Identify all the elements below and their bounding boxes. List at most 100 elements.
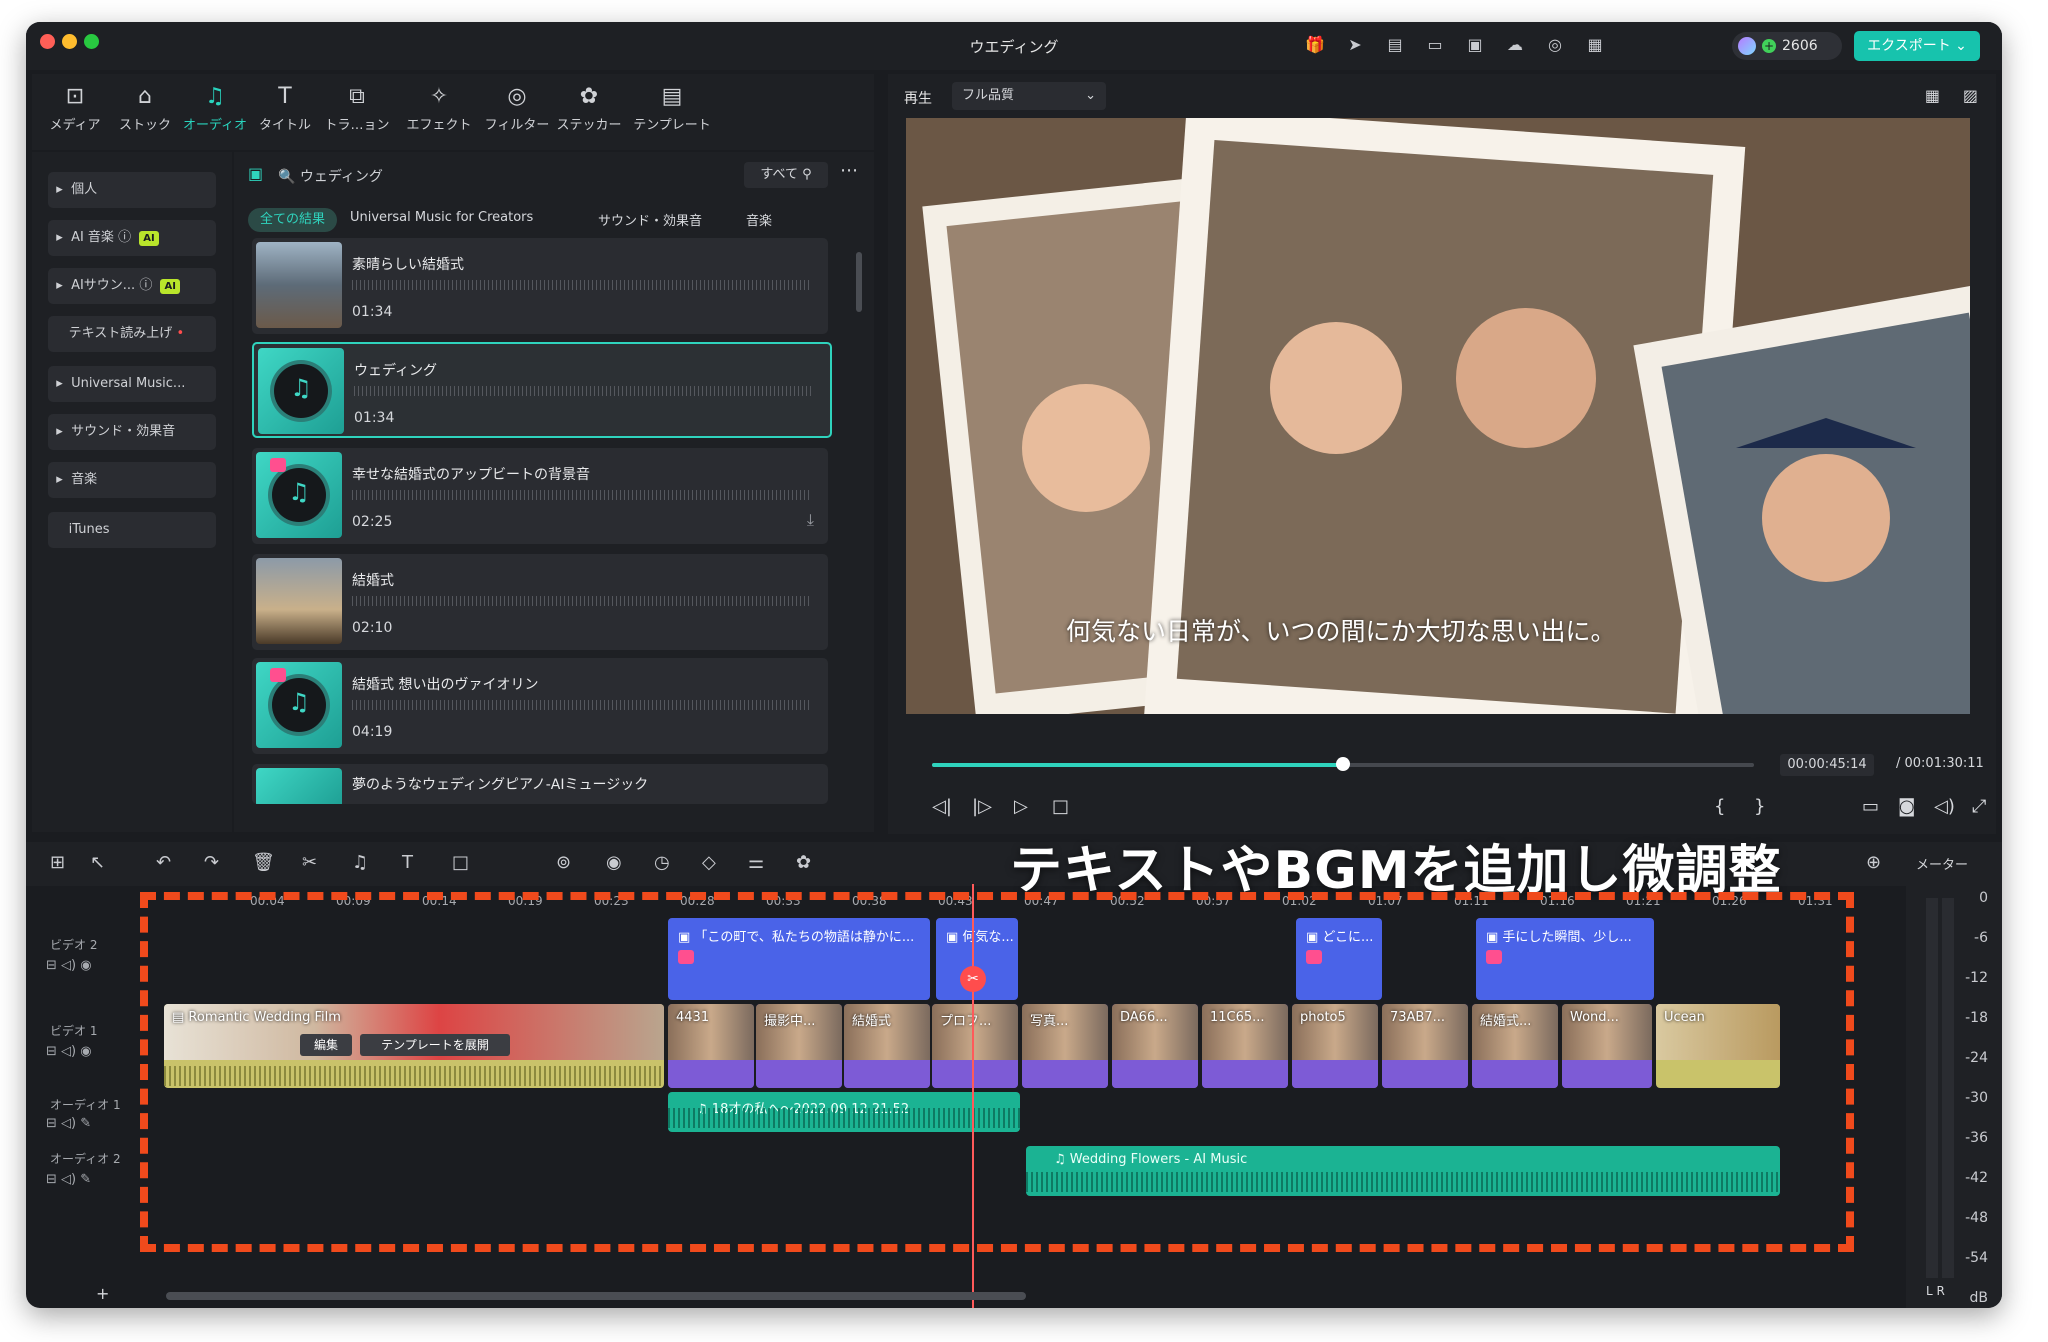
audio-meter: メーター 0 -6 -12 -18 -24 -30 -36 -42 -48 -5… — [1906, 842, 2002, 1308]
message-icon[interactable]: ▤ — [1384, 34, 1406, 56]
ai-badge: AI — [139, 231, 159, 246]
split-icon[interactable]: ✂ — [302, 852, 317, 873]
sidebar-item-itunes[interactable]: iTunes — [48, 512, 216, 548]
list-item[interactable]: ♫ 幸せな結婚式のアップビートの背景音 02:25 ⤓ — [252, 448, 828, 544]
mark-in-icon[interactable]: { — [1714, 796, 1725, 817]
gift-icon[interactable]: 🎁 — [1304, 34, 1326, 56]
select-tool-icon[interactable]: ↖ — [90, 852, 105, 873]
mark-out-icon[interactable]: } — [1754, 796, 1765, 817]
track-controls[interactable]: ⊟ ◁) ◉ — [46, 958, 92, 973]
track-controls[interactable]: ⊟ ◁) ◉ — [46, 1044, 92, 1059]
sidebar-item-ai-sound[interactable]: ▸ AIサウン... ⓘ AI — [48, 268, 216, 304]
display-icon[interactable]: ▭ — [1862, 796, 1879, 817]
meter-title[interactable]: メーター — [1916, 854, 1968, 873]
sidebar-item-ai-music[interactable]: ▸ AI 音楽 ⓘ AI — [48, 220, 216, 256]
track-controls[interactable]: ⊟ ◁) ✎ — [46, 1116, 91, 1131]
fullscreen-icon[interactable]: ⤢ — [1972, 796, 1986, 817]
tab-titles[interactable]: T タイトル — [252, 80, 318, 133]
preview-progress-track[interactable] — [932, 757, 1754, 771]
image-icon[interactable]: ▨ — [1963, 86, 1978, 105]
delete-icon[interactable]: 🗑 — [252, 852, 275, 873]
keyframe-icon[interactable]: ◇ — [702, 852, 716, 873]
effects-icon: ✧ — [429, 84, 449, 109]
adjust-icon[interactable]: ⚌ — [748, 852, 764, 873]
playhead[interactable] — [972, 884, 974, 1308]
crop-icon[interactable]: □ — [452, 852, 469, 873]
redo-icon[interactable]: ↷ — [204, 852, 219, 873]
color-icon[interactable]: ⊚ — [556, 852, 571, 873]
split-icon[interactable]: ✂ — [960, 966, 986, 992]
transition-icon: ⧉ — [349, 84, 365, 109]
tab-templates[interactable]: ▤ テンプレート — [632, 80, 712, 133]
save-icon[interactable]: ▣ — [1464, 34, 1486, 56]
premium-gem-icon — [270, 458, 286, 472]
ai-tool-icon[interactable]: ◉ — [606, 852, 622, 873]
undo-icon[interactable]: ↶ — [156, 852, 171, 873]
export-button[interactable]: エクスポート ⌄ — [1854, 31, 1980, 61]
quality-dropdown[interactable]: フル品質 ⌄ — [952, 82, 1106, 110]
list-item[interactable]: ♫ 結婚式 想い出のヴァイオリン 04:19 — [252, 658, 828, 754]
tab-media[interactable]: ⊡ メディア — [42, 80, 108, 133]
premium-gem-icon — [270, 668, 286, 682]
tab-transitions[interactable]: ⧉ トラ…ョン — [324, 80, 390, 133]
subtitle-text: 何気ない日常が、いつの間にか大切な思い出に。 — [1066, 617, 1616, 646]
title-bar: ウエディング 🎁 ➤ ▤ ▭ ▣ ☁ ◎ ▦ + 2606 エクスポート ⌄ — [26, 22, 2002, 70]
previous-frame-icon[interactable]: ◁| — [932, 796, 952, 817]
tab-stickers[interactable]: ✿ ステッカー — [556, 80, 622, 133]
volume-icon[interactable]: ◁) — [1934, 796, 1955, 817]
list-item[interactable]: 素晴らしい結婚式 01:34 — [252, 238, 828, 334]
more-options-icon[interactable]: ⋯ — [840, 160, 858, 181]
list-item[interactable]: 夢のようなウェディングピアノ-AIミュージック — [252, 764, 828, 804]
layout-icon[interactable]: ▭ — [1424, 34, 1446, 56]
play-mode-label: 再生 — [904, 91, 932, 107]
add-track-icon[interactable]: + — [96, 1284, 109, 1303]
search-input[interactable]: ウェディング — [300, 169, 383, 185]
stop-icon[interactable]: □ — [1052, 796, 1069, 817]
tab-audio[interactable]: ♫ オーディオ — [182, 80, 248, 133]
send-icon[interactable]: ➤ — [1344, 34, 1366, 56]
sidebar-item-tts[interactable]: テキスト読み上げ • — [48, 316, 216, 352]
current-time[interactable]: 00:00:45:14 — [1780, 754, 1874, 776]
headset-icon[interactable]: ◎ — [1544, 34, 1566, 56]
snapshot-icon[interactable]: ◙ — [1898, 796, 1915, 817]
progress-handle[interactable] — [1336, 757, 1350, 771]
media-toolbar: ⊡ メディア ⌂ ストック ♫ オーディオ T タイトル ⧉ トラ…ョン ✧ エフェクト ◎… — [32, 74, 874, 150]
tab-stock[interactable]: ⌂ ストック — [112, 80, 178, 133]
video-preview[interactable]: 何気ない日常が、いつの間にか大切な思い出に。 — [906, 118, 1970, 714]
sidebar-item-music[interactable]: ▸ 音楽 — [48, 462, 216, 498]
filter-dropdown[interactable]: すべて ⚲ — [744, 162, 828, 188]
thumbnail-image — [256, 242, 342, 328]
tab-effects[interactable]: ✧ エフェクト — [406, 80, 472, 133]
sidebar-item-sound-effects[interactable]: ▸ サウンド・効果音 — [48, 414, 216, 450]
layout-icon[interactable]: ⊞ — [50, 852, 65, 873]
list-item[interactable]: ♫ ウェディング 01:34 — [252, 342, 832, 438]
search-box[interactable]: 🔍 ウェディング — [278, 166, 383, 186]
play-icon[interactable]: ▷ — [1014, 796, 1028, 817]
audio-tool-icon[interactable]: ♫ — [352, 852, 368, 873]
list-item[interactable]: 結婚式 02:10 — [252, 554, 828, 650]
text-icon: T — [278, 84, 292, 109]
template-icon: ▤ — [661, 84, 683, 109]
sidebar-item-personal[interactable]: ▸ 個人 — [48, 172, 216, 208]
grid-view-icon[interactable]: ▦ — [1925, 86, 1940, 105]
speed-icon[interactable]: ◷ — [654, 852, 670, 873]
grid-icon[interactable]: ▦ — [1584, 34, 1606, 56]
track-label-video2: ビデオ 2 — [50, 938, 98, 952]
sticker-tool-icon[interactable]: ✿ — [796, 852, 811, 873]
tab-universal[interactable]: Universal Music for Creators — [350, 210, 533, 225]
library-icon[interactable]: ▣ — [248, 164, 263, 183]
sidebar-item-universal[interactable]: ▸ Universal Music... — [48, 366, 216, 402]
tab-music[interactable]: 音楽 — [746, 210, 772, 229]
tab-all-results[interactable]: 全ての結果 — [248, 208, 338, 232]
track-controls[interactable]: ⊟ ◁) ✎ — [46, 1172, 91, 1187]
credits-badge[interactable]: + 2606 — [1732, 32, 1842, 60]
timeline-scrollbar[interactable] — [166, 1292, 1026, 1300]
tab-filters[interactable]: ◎ フィルター — [484, 80, 550, 133]
library-scrollbar[interactable] — [856, 252, 862, 312]
tab-sound-effects[interactable]: サウンド・効果音 — [598, 210, 702, 229]
download-icon[interactable]: ⤓ — [807, 510, 814, 530]
cloud-icon[interactable]: ☁ — [1504, 34, 1526, 56]
text-tool-icon[interactable]: T — [402, 852, 413, 873]
zoom-in-icon[interactable]: ⊕ — [1866, 852, 1881, 873]
next-frame-icon[interactable]: |▷ — [972, 796, 992, 817]
